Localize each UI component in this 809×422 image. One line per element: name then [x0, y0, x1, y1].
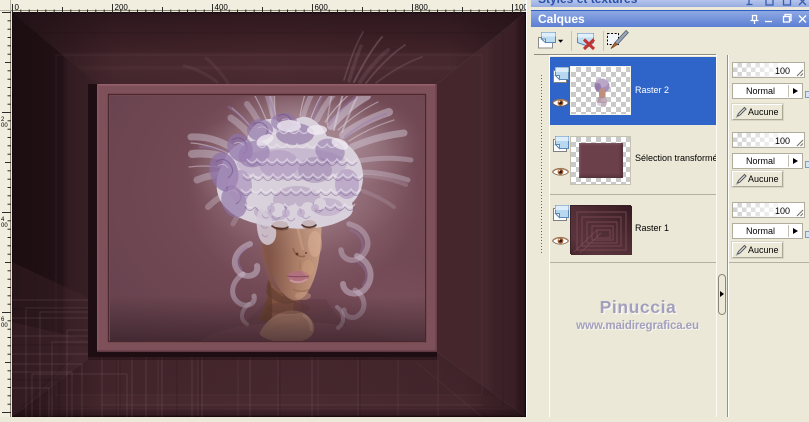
svg-text:400: 400 [215, 3, 229, 12]
svg-text:00: 00 [1, 223, 8, 229]
svg-text:0: 0 [15, 3, 20, 12]
svg-text:200: 200 [115, 3, 129, 12]
svg-text:100: 100 [515, 3, 527, 12]
svg-text:800: 800 [415, 3, 429, 12]
svg-text:00: 00 [1, 123, 8, 129]
svg-text:600: 600 [315, 3, 329, 12]
svg-text:00: 00 [1, 323, 8, 329]
